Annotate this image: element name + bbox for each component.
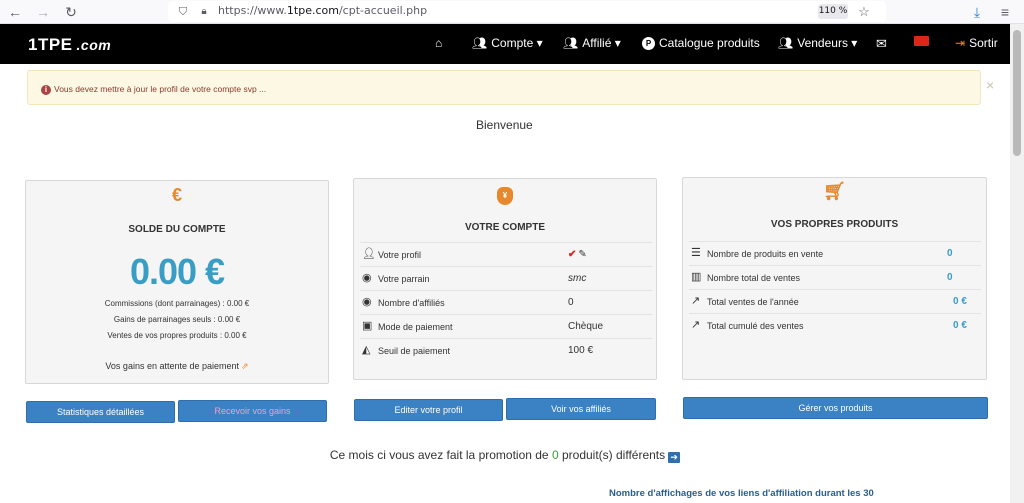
lock-icon[interactable]: 🔒︎ <box>195 3 213 21</box>
list-icon: ☰ <box>691 247 701 259</box>
cart-icon: 🛒︎ <box>823 181 846 201</box>
url-text[interactable]: https://www.1tpe.com/cpt-accueil.php <box>218 4 427 17</box>
account-panel: ¥ VOTRE COMPTE 👤︎ Votre profil ✔ ✎ ◉ Votr… <box>353 178 657 380</box>
row-year-sales: ↗ Total ventes de l'année 0 € <box>689 289 981 313</box>
back-icon[interactable]: ← <box>6 3 24 21</box>
line-chart-icon: ↗ <box>691 295 701 307</box>
scrollbar-thumb[interactable] <box>1013 30 1021 156</box>
check-icon: ✔ <box>568 249 577 260</box>
row-payment-threshold: ◭ Seuil de paiement 100 € <box>360 338 652 362</box>
row-profile[interactable]: 👤︎ Votre profil ✔ ✎ <box>360 242 652 266</box>
edit-profile-button[interactable]: Editer votre profil <box>354 399 503 421</box>
home-icon[interactable]: ⌂ <box>435 36 442 50</box>
products-panel: 🛒︎ VOS PROPRES PRODUITS ☰ Nombre de prod… <box>682 177 987 380</box>
profile-alert: i Vous devez mettre à jour le profil de … <box>27 70 994 105</box>
detailed-stats-button[interactable]: Statistiques détaillées <box>26 401 175 423</box>
receive-gains-button[interactable]: Recevoir vos gains <box>178 400 327 422</box>
affiliate-views-heading: Nombre d'affichages de vos liens d'affil… <box>609 488 874 499</box>
welcome-text: Bienvenue <box>476 118 533 132</box>
alert-close-button[interactable]: × <box>986 77 994 93</box>
menu-icon[interactable]: ≡ <box>996 3 1014 21</box>
pending-gains-link[interactable]: Vos gains en attente de paiement ⇗ <box>26 361 328 372</box>
alert-text: Vous devez mettre à jour le profil de vo… <box>54 84 267 94</box>
bookmark-star-icon[interactable]: ☆ <box>855 3 873 21</box>
video-icon[interactable] <box>914 36 929 46</box>
reload-icon[interactable]: ↻ <box>62 3 80 21</box>
users-icon: 👥︎ <box>563 36 579 50</box>
arrow-right-icon[interactable]: ➔ <box>668 452 681 463</box>
referral-gains-line: Gains de parrainages seuls : 0.00 € <box>113 315 241 324</box>
product-icon: P <box>642 36 655 50</box>
nav-sortir[interactable]: ⇥ Sortir <box>955 36 998 50</box>
external-link-icon: ⇗ <box>241 361 249 371</box>
nav-compte[interactable]: 👥︎ Compte ▾ <box>472 36 543 50</box>
money-icon: ▣ <box>362 320 373 332</box>
row-payment-mode: ▣ Mode de paiement Chèque <box>360 314 652 338</box>
page-scrollbar[interactable] <box>1010 24 1024 503</box>
browser-toolbar: ← → ↻ ⛉ 🔒︎ https://www.1tpe.com/cpt-accu… <box>0 0 1024 24</box>
zoom-level[interactable]: 110 % <box>818 4 848 19</box>
user-circle-icon: ◉ <box>362 296 372 308</box>
row-products-on-sale: ☰ Nombre de produits en vente 0 <box>689 241 981 265</box>
row-total-sales: ▥ Nombre total de ventes 0 <box>689 265 981 289</box>
shield-icon[interactable]: ⛉ <box>174 3 192 21</box>
row-cumulative-sales: ↗ Total cumulé des ventes 0 € <box>689 313 981 337</box>
euro-icon: € <box>171 185 182 205</box>
line-chart-icon: ↗ <box>691 319 701 331</box>
site-logo[interactable]: 1TPE .com <box>28 35 111 55</box>
nav-affilie[interactable]: 👥︎ Affilié ▾ <box>563 36 621 50</box>
own-sales-line: Ventes de vos propres produits : 0.00 € <box>107 331 247 340</box>
row-affiliates: ◉ Nombre d'affiliés 0 <box>360 290 652 314</box>
user-circle-icon: ◉ <box>362 272 372 284</box>
bar-chart-icon: ▥ <box>691 271 702 283</box>
area-chart-icon: ◭ <box>362 344 371 356</box>
envelope-icon[interactable]: ✉ <box>876 36 887 52</box>
nav-vendeurs[interactable]: 👥︎ Vendeurs ▾ <box>778 36 857 50</box>
moneybag-icon: ¥ <box>354 182 656 205</box>
site-navbar: 1TPE .com ⌂ 👥︎ Compte ▾ 👥︎ Affilié ▾ P Catal… <box>0 24 1010 64</box>
balance-amount: 0.00 € <box>129 251 225 292</box>
balance-panel: € SOLDE DU COMPTE 0.00 € Commissions (do… <box>25 180 329 384</box>
edit-icon[interactable]: ✎ <box>578 249 586 260</box>
download-icon[interactable]: ⤓ <box>968 3 986 21</box>
products-title: VOS PROPRES PRODUITS <box>770 219 899 230</box>
manage-products-button[interactable]: Gérer vos produits <box>683 397 988 419</box>
account-title: VOTRE COMPTE <box>464 222 545 233</box>
users-icon: 👥︎ <box>472 36 488 50</box>
users-icon: 👥︎ <box>778 36 794 50</box>
balance-title: SOLDE DU COMPTE <box>128 224 226 235</box>
info-icon: i <box>41 85 51 95</box>
sign-out-icon: ⇥ <box>955 36 966 50</box>
row-sponsor: ◉ Votre parrain smc <box>360 266 652 290</box>
promotion-summary: Ce mois ci vous avez fait la promotion d… <box>0 448 1010 463</box>
forward-icon[interactable]: → <box>34 3 52 21</box>
see-affiliates-button[interactable]: Voir vos affiliés <box>506 398 656 420</box>
nav-catalogue[interactable]: P Catalogue produits <box>642 36 760 50</box>
commissions-line: Commissions (dont parrainages) : 0.00 € <box>104 299 250 308</box>
profile-status: ✔ ✎ <box>568 249 587 260</box>
user-plus-icon: 👤︎ <box>362 248 376 260</box>
